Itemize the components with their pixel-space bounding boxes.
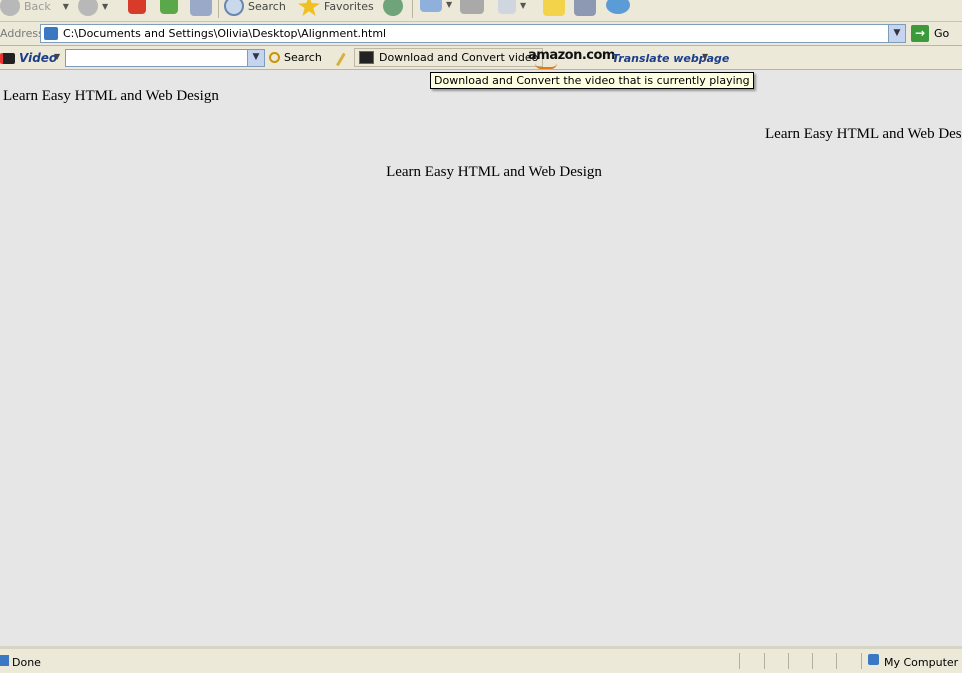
status-panel-divider bbox=[739, 653, 740, 669]
messenger-icon bbox=[606, 0, 630, 14]
address-input[interactable]: C:\Documents and Settings\Olivia\Desktop… bbox=[40, 24, 906, 43]
page-status-icon bbox=[0, 655, 9, 666]
go-arrow-icon: → bbox=[911, 25, 929, 42]
download-tooltip: Download and Convert the video that is c… bbox=[430, 72, 754, 89]
address-bar: Address C:\Documents and Settings\Olivia… bbox=[0, 22, 962, 46]
highlight-icon[interactable] bbox=[327, 47, 346, 67]
status-panel-divider bbox=[836, 653, 837, 669]
toolbar-separator bbox=[412, 0, 413, 18]
computer-zone-icon bbox=[868, 654, 879, 665]
magnifier-icon bbox=[269, 52, 280, 63]
security-zone-label: My Computer bbox=[884, 656, 959, 669]
status-panel-divider bbox=[861, 653, 862, 669]
edit-document-icon bbox=[498, 0, 516, 14]
video-menu[interactable]: Video bbox=[0, 51, 57, 65]
address-label: Address bbox=[0, 27, 44, 40]
status-bar: Done My Computer bbox=[0, 646, 962, 673]
video-search-input[interactable]: ▼ bbox=[65, 49, 265, 67]
right-aligned-text: Learn Easy HTML and Web Design bbox=[765, 126, 962, 142]
status-panel-divider bbox=[764, 653, 765, 669]
status-text: Done bbox=[12, 656, 41, 669]
status-panel-divider bbox=[788, 653, 789, 669]
download-convert-button[interactable]: Download and Convert video bbox=[354, 48, 544, 67]
favorites-label: Favorites bbox=[324, 0, 374, 13]
discuss-button[interactable] bbox=[543, 0, 565, 16]
amazon-button[interactable]: amazon.com bbox=[528, 48, 615, 63]
back-arrow-icon bbox=[0, 0, 20, 16]
back-button[interactable]: Back ▼ bbox=[0, 0, 69, 16]
home-button[interactable] bbox=[190, 0, 212, 16]
chevron-down-icon[interactable]: ▼ bbox=[247, 50, 264, 66]
translate-button[interactable]: Translate webpage bbox=[612, 52, 729, 65]
video-toolbar: Video ▼ ▼ Search Download and Convert vi… bbox=[0, 46, 962, 70]
research-icon bbox=[574, 0, 596, 16]
status-panel-divider bbox=[812, 653, 813, 669]
film-icon bbox=[359, 51, 374, 64]
stop-icon bbox=[128, 0, 146, 14]
stop-button[interactable] bbox=[128, 0, 146, 14]
research-button[interactable] bbox=[574, 0, 596, 16]
video-dropdown-icon[interactable]: ▼ bbox=[54, 52, 60, 61]
printer-icon bbox=[460, 0, 484, 14]
download-convert-label: Download and Convert video bbox=[379, 51, 539, 64]
page-content: Learn Easy HTML and Web Design Learn Eas… bbox=[0, 71, 962, 646]
mail-button[interactable]: ▼ bbox=[420, 0, 452, 12]
discuss-icon bbox=[543, 0, 565, 16]
address-value: C:\Documents and Settings\Olivia\Desktop… bbox=[63, 27, 387, 40]
print-button[interactable] bbox=[460, 0, 484, 14]
amazon-smile-icon bbox=[535, 63, 557, 69]
media-button[interactable] bbox=[383, 0, 403, 16]
go-button[interactable]: → Go bbox=[911, 25, 949, 42]
forward-arrow-icon bbox=[78, 0, 98, 16]
search-label: Search bbox=[248, 0, 286, 13]
standard-toolbar: Back ▼ ▼ Search Favorites ▼ ▼ bbox=[0, 0, 962, 22]
edit-button[interactable]: ▼ bbox=[498, 0, 526, 14]
back-label: Back bbox=[24, 0, 51, 13]
video-label: Video bbox=[19, 51, 58, 65]
search-button[interactable]: Search bbox=[224, 0, 286, 16]
toolbar-separator bbox=[218, 0, 219, 18]
forward-dropdown-icon[interactable]: ▼ bbox=[102, 2, 108, 11]
star-icon bbox=[298, 0, 320, 16]
chevron-down-icon[interactable]: ▼ bbox=[888, 25, 905, 42]
back-dropdown-icon[interactable]: ▼ bbox=[63, 2, 69, 11]
translate-dropdown-icon[interactable]: ▼ bbox=[702, 52, 708, 61]
video-logo-icon bbox=[0, 52, 15, 64]
mail-icon bbox=[420, 0, 442, 12]
center-aligned-text: Learn Easy HTML and Web Design bbox=[386, 164, 602, 180]
video-search-label: Search bbox=[284, 51, 322, 64]
refresh-icon bbox=[160, 0, 178, 14]
go-label: Go bbox=[934, 27, 950, 40]
search-icon bbox=[224, 0, 244, 16]
mail-dropdown-icon[interactable]: ▼ bbox=[446, 0, 452, 9]
refresh-button[interactable] bbox=[160, 0, 178, 14]
forward-button[interactable]: ▼ bbox=[78, 0, 108, 16]
page-icon bbox=[44, 27, 58, 40]
home-icon bbox=[190, 0, 212, 16]
left-aligned-text: Learn Easy HTML and Web Design bbox=[3, 88, 219, 104]
favorites-button[interactable]: Favorites bbox=[298, 0, 374, 16]
edit-dropdown-icon[interactable]: ▼ bbox=[520, 1, 526, 10]
media-icon bbox=[383, 0, 403, 16]
video-search-button[interactable]: Search bbox=[269, 51, 322, 64]
messenger-button[interactable] bbox=[606, 0, 630, 14]
